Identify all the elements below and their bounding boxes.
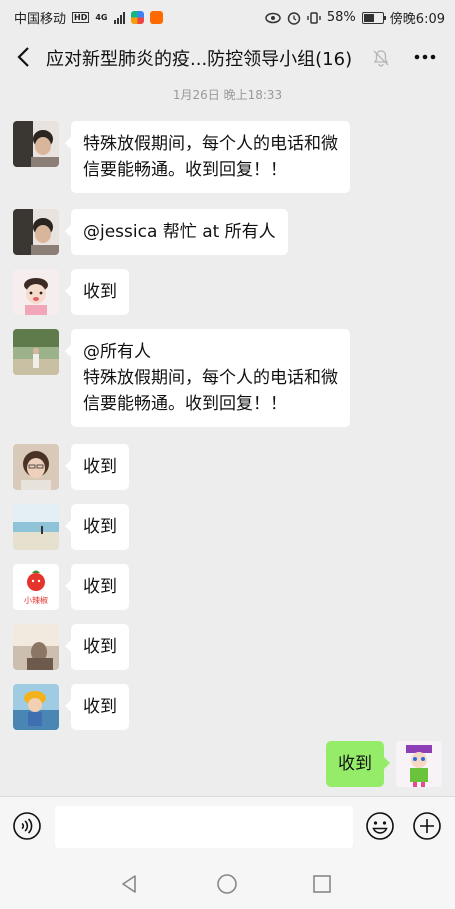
message-bubble[interactable]: 收到 [65, 564, 129, 610]
avatar[interactable] [13, 269, 59, 315]
carrier-name: 中国移动 [14, 12, 67, 27]
input-bar [0, 796, 455, 859]
message-bubble[interactable]: 收到 [65, 269, 129, 315]
voice-icon[interactable] [12, 811, 42, 841]
avatar[interactable] [13, 444, 59, 490]
more-icon[interactable] [413, 47, 437, 67]
video-app-icon [149, 11, 163, 24]
message-row: 收到 [13, 444, 129, 490]
network-type: 4G [95, 13, 108, 22]
battery-percent: 58% [326, 10, 356, 25]
nav-back-icon[interactable] [118, 873, 140, 895]
alarm-icon [287, 11, 301, 25]
message-row: 收到 [13, 269, 129, 315]
message-input[interactable] [55, 806, 353, 848]
signal-icon [113, 11, 125, 24]
chat-header: 应对新型肺炎的疫...防控领导小组(16) [0, 32, 455, 84]
avatar[interactable] [13, 329, 59, 375]
mute-bell-icon [373, 50, 389, 67]
avatar[interactable] [13, 504, 59, 550]
message-row: @jessica 帮忙 at 所有人 [13, 209, 288, 255]
message-row: 收到 [13, 624, 129, 670]
message-timestamp: 1月26日 晚上18:33 [172, 88, 283, 102]
hd-badge: HD [72, 12, 90, 23]
app-notification-icon [130, 11, 144, 24]
chat-title: 应对新型肺炎的疫...防控领导小组(16) [46, 49, 353, 70]
message-bubble[interactable]: 收到 [65, 444, 129, 490]
avatar[interactable]: 小辣椒 [13, 564, 59, 610]
message-bubble[interactable]: @所有人 特殊放假期间，每个人的电话和微 信要能畅通。收到回复！！ [65, 329, 350, 427]
nav-home-icon[interactable] [216, 873, 238, 895]
eye-icon [265, 12, 281, 23]
plus-icon[interactable] [412, 811, 442, 841]
message-bubble[interactable]: 收到 [65, 684, 129, 730]
message-bubble[interactable]: 收到 [65, 504, 129, 550]
avatar[interactable] [13, 684, 59, 730]
clock: 傍晚6:09 [389, 12, 445, 27]
message-row: @所有人 特殊放假期间，每个人的电话和微 信要能畅通。收到回复！！ [13, 329, 350, 427]
message-row: 小辣椒 收到 [13, 564, 129, 610]
message-bubble[interactable]: 收到 [65, 624, 129, 670]
emoji-icon[interactable] [365, 811, 395, 841]
battery-icon [361, 11, 386, 24]
back-arrow-icon[interactable] [10, 42, 40, 72]
avatar-brand-text: 小辣椒 [24, 595, 48, 605]
avatar[interactable] [13, 121, 59, 167]
self-message-bubble[interactable]: 收到 [326, 741, 390, 787]
status-bar: 中国移动 HD 4G 58% 傍晚6:09 [0, 0, 455, 32]
avatar[interactable] [13, 624, 59, 670]
vibrate-icon [307, 11, 321, 24]
message-row: 收到 [13, 684, 129, 730]
message-bubble[interactable]: @jessica 帮忙 at 所有人 [65, 209, 288, 255]
self-avatar[interactable] [396, 741, 442, 787]
system-nav-bar [0, 858, 455, 909]
avatar[interactable] [13, 209, 59, 255]
message-bubble[interactable]: 特殊放假期间，每个人的电话和微 信要能畅通。收到回复！！ [65, 121, 350, 193]
nav-recent-icon[interactable] [312, 874, 332, 894]
message-row: 特殊放假期间，每个人的电话和微 信要能畅通。收到回复！！ [13, 121, 350, 193]
message-row: 收到 [13, 504, 129, 550]
self-message-row: 收到 [326, 741, 442, 787]
